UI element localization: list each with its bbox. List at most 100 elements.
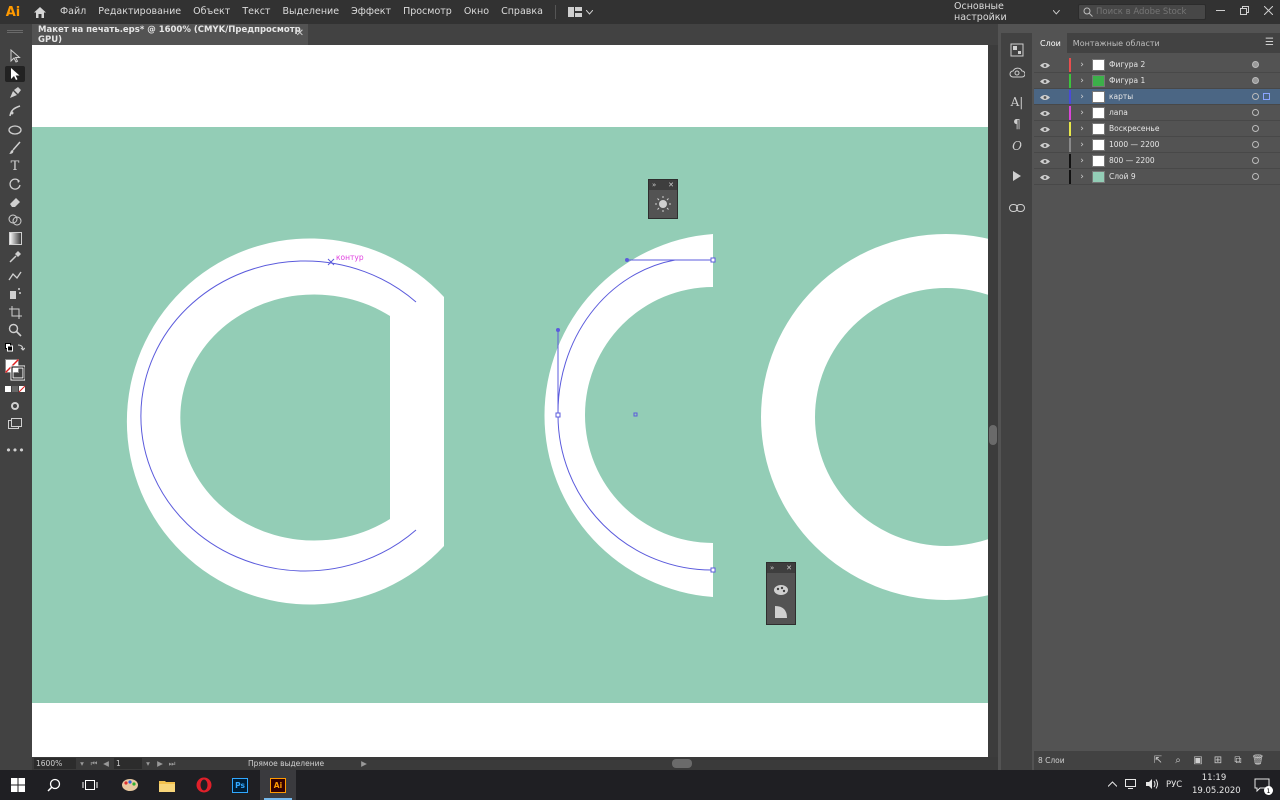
tab-artboards[interactable]: Монтажные области xyxy=(1067,33,1166,53)
new-layer-button[interactable]: ⧉ xyxy=(1228,753,1248,769)
transparency-button[interactable] xyxy=(767,603,795,621)
next-artboard-button[interactable]: ▶ xyxy=(154,759,166,768)
visibility-eye-icon[interactable] xyxy=(1040,60,1050,70)
expand-layer-chevron-icon[interactable]: › xyxy=(1077,107,1087,119)
taskbar-illustrator[interactable]: Ai xyxy=(260,770,296,800)
pen-tool[interactable] xyxy=(5,85,25,101)
horizontal-scroll-thumb[interactable] xyxy=(672,759,692,768)
paintbrush-tool[interactable] xyxy=(5,140,25,156)
blend-tool[interactable] xyxy=(5,267,25,283)
maximize-button[interactable] xyxy=(1232,0,1256,20)
first-artboard-button[interactable]: ⏮ xyxy=(88,759,100,769)
workspace-switcher[interactable]: Основные настройки xyxy=(948,1,1066,23)
close-icon[interactable]: ✕ xyxy=(786,564,792,572)
expand-layer-chevron-icon[interactable]: › xyxy=(1077,75,1087,87)
draw-mode-button[interactable] xyxy=(5,398,25,414)
zoom-field[interactable]: 1600% xyxy=(34,758,76,769)
direct-selection-tool[interactable] xyxy=(5,66,25,82)
shape-builder-tool[interactable] xyxy=(5,212,25,228)
menu-edit[interactable]: Редактирование xyxy=(92,0,187,24)
new-sublayer-button[interactable]: ⊞ xyxy=(1208,753,1228,769)
network-icon[interactable] xyxy=(1125,778,1138,792)
layer-row[interactable]: › Воскресенье xyxy=(1034,121,1280,137)
c-handle-point[interactable] xyxy=(625,258,629,262)
locate-object-button[interactable]: ⌕ xyxy=(1168,753,1188,769)
selection-tool[interactable] xyxy=(5,48,25,64)
artboard-number-field[interactable]: 1 xyxy=(114,758,142,769)
visibility-eye-icon[interactable] xyxy=(1040,172,1050,182)
visibility-eye-icon[interactable] xyxy=(1040,156,1050,166)
layer-target-circle[interactable] xyxy=(1252,61,1259,68)
brightness-button[interactable] xyxy=(649,190,677,218)
layer-target-circle[interactable] xyxy=(1252,157,1259,164)
menu-help[interactable]: Справка xyxy=(495,0,549,24)
letter-c-shape[interactable] xyxy=(544,234,713,597)
taskbar-file-explorer[interactable] xyxy=(149,770,185,800)
status-menu-button[interactable]: ▶ xyxy=(358,759,370,768)
layer-target-circle[interactable] xyxy=(1252,173,1259,180)
stock-search-input[interactable] xyxy=(1096,7,1202,17)
home-icon[interactable] xyxy=(26,0,54,24)
c-handle-point[interactable] xyxy=(556,328,560,332)
layer-name[interactable]: карты xyxy=(1109,89,1133,105)
menu-view[interactable]: Просмотр xyxy=(397,0,458,24)
layer-name[interactable]: Воскресенье xyxy=(1109,121,1159,137)
floating-panel-header[interactable]: » ✕ xyxy=(649,180,677,190)
curvature-tool[interactable] xyxy=(5,103,25,119)
expand-layer-chevron-icon[interactable]: › xyxy=(1077,123,1087,135)
swap-fill-stroke[interactable] xyxy=(5,342,25,354)
layer-name[interactable]: 800 — 2200 xyxy=(1109,153,1155,169)
layer-name[interactable]: Слой 9 xyxy=(1109,169,1136,185)
arrange-documents-button[interactable] xyxy=(562,7,599,17)
expand-layer-chevron-icon[interactable]: › xyxy=(1077,139,1087,151)
toolbar-grip[interactable] xyxy=(5,28,25,34)
minimize-button[interactable] xyxy=(1208,0,1232,20)
character-panel-button[interactable]: A| xyxy=(1007,93,1027,111)
visibility-eye-icon[interactable] xyxy=(1040,76,1050,86)
visibility-eye-icon[interactable] xyxy=(1040,124,1050,134)
task-view-button[interactable] xyxy=(72,770,108,800)
menu-select[interactable]: Выделение xyxy=(276,0,345,24)
taskbar-photoshop[interactable]: Ps xyxy=(222,770,258,800)
vertical-scrollbar[interactable] xyxy=(988,45,998,757)
layer-row[interactable]: › Слой 9 xyxy=(1034,169,1280,185)
layer-target-circle[interactable] xyxy=(1252,109,1259,116)
input-language[interactable]: РУС xyxy=(1166,780,1182,790)
expand-layer-chevron-icon[interactable]: › xyxy=(1077,155,1087,167)
taskbar-clock[interactable]: 11:19 19.05.2020 xyxy=(1192,772,1241,798)
layer-row[interactable]: › Фигура 1 xyxy=(1034,73,1280,89)
document-tab[interactable]: Макет на печать.eps* @ 1600% (CMYK/Предп… xyxy=(32,24,308,45)
links-panel-button[interactable] xyxy=(1007,199,1027,217)
taskbar-search-button[interactable] xyxy=(36,770,72,800)
menu-object[interactable]: Объект xyxy=(187,0,236,24)
menu-window[interactable]: Окно xyxy=(458,0,495,24)
vertical-scroll-thumb[interactable] xyxy=(989,425,997,445)
menu-effect[interactable]: Эффект xyxy=(345,0,397,24)
eraser-tool[interactable] xyxy=(5,194,25,210)
properties-panel-button[interactable] xyxy=(1007,41,1027,59)
taskbar-paint-app[interactable] xyxy=(112,770,148,800)
menu-file[interactable]: Файл xyxy=(54,0,92,24)
close-icon[interactable]: ✕ xyxy=(668,181,674,189)
layer-target-circle[interactable] xyxy=(1252,125,1259,132)
c-anchor-point[interactable] xyxy=(710,257,716,263)
prev-artboard-button[interactable]: ◀ xyxy=(100,759,112,768)
opentype-panel-button[interactable]: O xyxy=(1007,137,1027,155)
export-to-collect-button[interactable]: ⇱ xyxy=(1148,753,1168,769)
type-tool[interactable]: T xyxy=(5,158,25,174)
volume-icon[interactable] xyxy=(1146,778,1158,792)
layer-target-circle[interactable] xyxy=(1252,141,1259,148)
clipping-mask-button[interactable]: ▣ xyxy=(1188,753,1208,769)
visibility-eye-icon[interactable] xyxy=(1040,92,1050,102)
layer-row[interactable]: › лапа xyxy=(1034,105,1280,121)
taskbar-opera[interactable] xyxy=(186,770,222,800)
expand-layer-chevron-icon[interactable]: › xyxy=(1077,91,1087,103)
zoom-tool[interactable] xyxy=(5,322,25,338)
letter-a-shape[interactable] xyxy=(126,238,445,605)
fill-stroke-swatches[interactable] xyxy=(5,358,25,382)
show-hidden-icons[interactable] xyxy=(1107,780,1118,790)
expand-layer-chevron-icon[interactable]: › xyxy=(1077,171,1087,183)
tab-layers[interactable]: Слои xyxy=(1034,33,1067,53)
actions-panel-button[interactable] xyxy=(1007,167,1027,185)
eyedropper-tool[interactable] xyxy=(5,249,25,265)
